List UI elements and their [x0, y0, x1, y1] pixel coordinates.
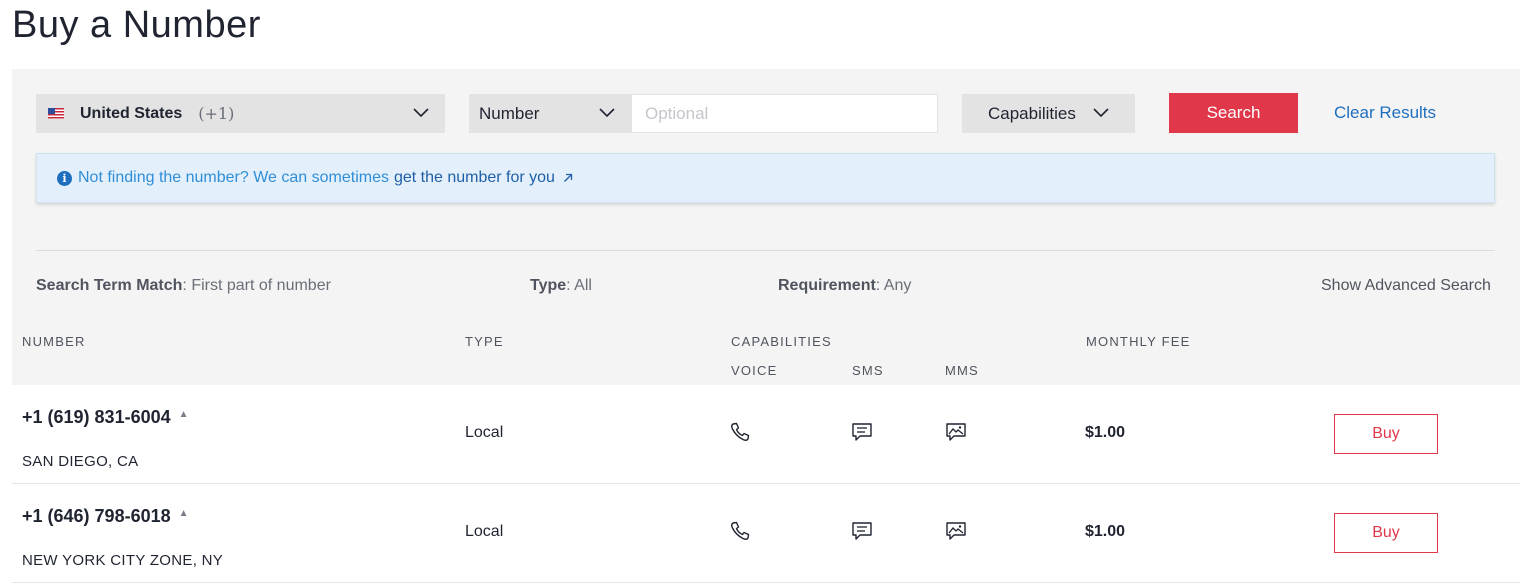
country-code: (+1) [198, 104, 235, 123]
column-header-capabilities: CAPABILITIES [731, 334, 832, 349]
number-location: NEW YORK CITY ZONE, NY [22, 552, 224, 569]
search-button[interactable]: Search [1169, 93, 1298, 133]
sms-message-icon [852, 423, 872, 441]
info-icon: i [57, 170, 72, 186]
number-search-input[interactable] [631, 94, 938, 133]
page-title: Buy a Number [12, 4, 261, 46]
country-name: United States [80, 104, 183, 122]
chevron-down-icon [599, 108, 615, 118]
info-banner: i Not finding the number? We can sometim… [36, 153, 1495, 203]
filter-requirement: Requirement: Any [778, 277, 911, 295]
voice-phone-icon [731, 521, 750, 540]
column-header-number: NUMBER [22, 334, 86, 349]
external-link-icon [563, 173, 573, 182]
filter-value: : All [566, 277, 592, 294]
filter-value: : First part of number [182, 277, 331, 294]
column-header-sms: SMS [852, 363, 884, 378]
voice-phone-icon [731, 422, 750, 441]
phone-number-text: +1 (646) 798-6018 [22, 506, 171, 526]
chevron-down-icon [1093, 108, 1109, 118]
filter-value: : Any [875, 277, 912, 294]
filter-search-term-match: Search Term Match: First part of number [36, 277, 331, 295]
filter-label: Requirement [778, 277, 876, 294]
caret-up-icon: ▲ [178, 508, 189, 519]
filter-label: Type [530, 277, 567, 294]
get-number-link[interactable]: get the number for you [394, 169, 555, 187]
column-header-type: TYPE [465, 334, 504, 349]
monthly-fee: $1.00 [1085, 424, 1126, 441]
capabilities-label: Capabilities [988, 103, 1076, 123]
column-header-monthly-fee: MONTHLY FEE [1086, 334, 1191, 349]
divider [36, 250, 1495, 251]
column-header-mms: MMS [945, 363, 979, 378]
country-select[interactable]: United States (+1) [36, 94, 445, 133]
mms-image-icon [946, 423, 966, 441]
column-header-voice: VOICE [731, 363, 778, 378]
number-location: SAN DIEGO, CA [22, 453, 139, 470]
capabilities-select[interactable]: Capabilities [962, 94, 1135, 133]
number-type: Local [465, 424, 504, 441]
filter-label: Search Term Match [36, 277, 183, 294]
clear-results-link[interactable]: Clear Results [1334, 103, 1436, 123]
number-type-select[interactable]: Number [469, 94, 631, 133]
phone-number: +1 (619) 831-6004 ▲ [22, 407, 189, 428]
caret-up-icon: ▲ [178, 409, 189, 420]
phone-number-text: +1 (619) 831-6004 [22, 407, 171, 427]
chevron-down-icon [413, 108, 429, 118]
buy-button[interactable]: Buy [1334, 414, 1438, 454]
buy-button[interactable]: Buy [1334, 513, 1438, 553]
number-type-value: Number [479, 103, 540, 123]
table-row: +1 (619) 831-6004 ▲ SAN DIEGO, CA Local $… [12, 385, 1520, 484]
info-text: Not finding the number? We can sometimes [78, 169, 389, 186]
number-type: Local [465, 523, 504, 540]
table-row: +1 (646) 798-6018 ▲ NEW YORK CITY ZONE, N… [12, 484, 1520, 583]
us-flag-icon [48, 108, 64, 119]
mms-image-icon [946, 522, 966, 540]
filter-type: Type: All [530, 277, 592, 295]
show-advanced-search-link[interactable]: Show Advanced Search [1321, 277, 1491, 295]
phone-number: +1 (646) 798-6018 ▲ [22, 506, 189, 527]
monthly-fee: $1.00 [1085, 523, 1126, 540]
sms-message-icon [852, 522, 872, 540]
